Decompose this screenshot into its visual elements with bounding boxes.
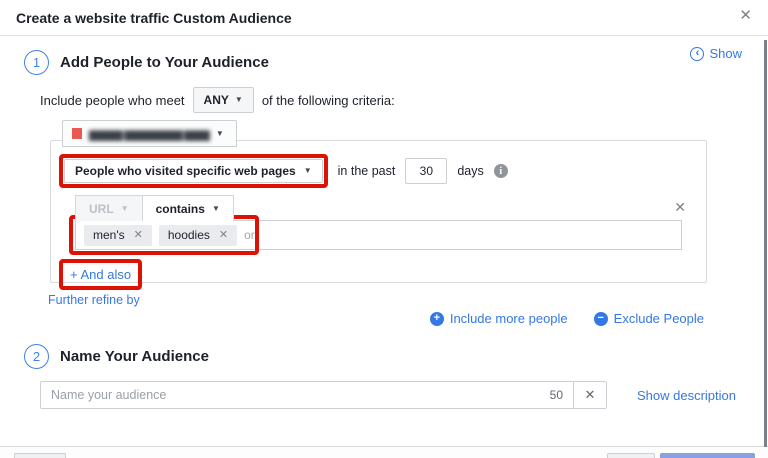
remove-rule-icon[interactable]: ✕ (674, 200, 686, 214)
pixel-icon (72, 128, 82, 139)
audience-name-input[interactable] (41, 388, 540, 402)
annotation-highlight-and-also: + And also (59, 259, 143, 290)
audience-name-field: 50 ✕ (40, 381, 607, 409)
caret-down-icon: ▼ (215, 128, 224, 138)
match-type-value: ANY (203, 93, 229, 107)
url-keywords-input[interactable]: men's ✕ hoodies ✕ or (69, 215, 682, 255)
info-icon: i (493, 164, 508, 178)
match-criteria-row: Include people who meet ANY ▼ of the fol… (40, 87, 395, 113)
days-label: days (457, 164, 484, 178)
modal-header: Create a website traffic Custom Audience… (0, 0, 768, 36)
remove-tag-icon[interactable]: ✕ (219, 229, 228, 241)
step1-number-badge: 1 (24, 50, 49, 75)
keyword-tag: hoodies ✕ (158, 224, 238, 246)
exclude-label: Exclude People (613, 311, 704, 326)
remove-tag-icon[interactable]: ✕ (134, 229, 143, 241)
include-more-label: Include more people (449, 311, 568, 326)
include-row-suffix: of the following criteria: (261, 92, 395, 108)
step2-heading: 2 Name Your Audience (24, 344, 209, 369)
step1-heading: 1 Add People to Your Audience (24, 50, 269, 75)
chevron-left-circle-icon: ‹ (690, 46, 705, 61)
plus-circle-icon: + (429, 311, 444, 326)
and-also-link[interactable]: + And also (64, 264, 137, 285)
criteria-panel: People who visited specific web pages ▼ … (50, 140, 707, 290)
and-also-row: + And also (59, 259, 682, 290)
visitor-event-value: People who visited specific web pages (75, 164, 296, 178)
url-parameter-dropdown[interactable]: URL ▼ (75, 195, 143, 221)
visitor-event-dropdown[interactable]: People who visited specific web pages ▼ (64, 159, 323, 183)
further-refine-link[interactable]: Further refine by (48, 293, 140, 307)
footer-confirm-button[interactable] (660, 453, 755, 458)
caret-down-icon: ▼ (211, 203, 220, 213)
show-description-link[interactable]: Show description (637, 388, 736, 403)
visitor-rule-row: People who visited specific web pages ▼ … (59, 154, 682, 188)
pixel-name-redacted: ▆▆▆▆ ▆▆▆▆▆▆▆ ▆▆▆ (89, 126, 210, 141)
or-placeholder: or (244, 228, 255, 242)
url-rule-box: URL ▼ contains ▼ ✕ men's ✕ hoodies ✕ or (69, 195, 686, 255)
contains-operator-dropdown[interactable]: contains ▼ (141, 195, 234, 221)
url-rule-tabs: URL ▼ contains ▼ ✕ (75, 195, 686, 221)
footer-cancel-button[interactable] (607, 453, 655, 458)
modal-title: Create a website traffic Custom Audience (16, 9, 292, 26)
close-icon[interactable]: ✕ (739, 8, 752, 23)
caret-down-icon: ▼ (120, 203, 129, 213)
clear-name-icon[interactable]: ✕ (574, 387, 606, 403)
audience-name-row: 50 ✕ Show description (40, 381, 744, 409)
include-more-people-link[interactable]: + Include more people (429, 311, 568, 326)
step1-title: Add People to Your Audience (60, 54, 269, 71)
keyword-tag-label: hoodies (167, 228, 210, 242)
minus-circle-icon: − (593, 311, 608, 326)
retention-days-input[interactable] (405, 158, 448, 184)
vertical-scrollbar[interactable] (764, 40, 767, 447)
keyword-tag-label: men's (93, 228, 125, 242)
create-custom-audience-modal: Create a website traffic Custom Audience… (0, 0, 768, 458)
pixel-source-dropdown[interactable]: ▆▆▆▆ ▆▆▆▆▆▆▆ ▆▆▆ ▼ (62, 120, 237, 147)
caret-down-icon: ▼ (234, 95, 243, 104)
caret-down-icon: ▼ (303, 166, 312, 175)
audience-actions-row: + Include more people − Exclude People (429, 311, 704, 326)
show-link-label: Show (709, 46, 742, 61)
char-count: 50 (549, 388, 563, 402)
step2-title: Name Your Audience (60, 348, 209, 365)
include-row-prefix: Include people who meet (40, 92, 185, 108)
exclude-people-link[interactable]: − Exclude People (593, 311, 704, 326)
url-tab-label: URL (89, 201, 114, 216)
modal-footer (0, 446, 768, 458)
annotation-highlight-event-dropdown: People who visited specific web pages ▼ (59, 154, 328, 188)
footer-left-button[interactable] (14, 453, 66, 458)
step2-number-badge: 2 (24, 344, 49, 369)
keyword-tag: men's ✕ (84, 224, 152, 246)
contains-tab-label: contains (155, 201, 205, 216)
match-type-dropdown[interactable]: ANY ▼ (192, 87, 254, 113)
in-the-past-label: in the past (337, 164, 396, 178)
show-link[interactable]: ‹ Show (690, 46, 742, 61)
